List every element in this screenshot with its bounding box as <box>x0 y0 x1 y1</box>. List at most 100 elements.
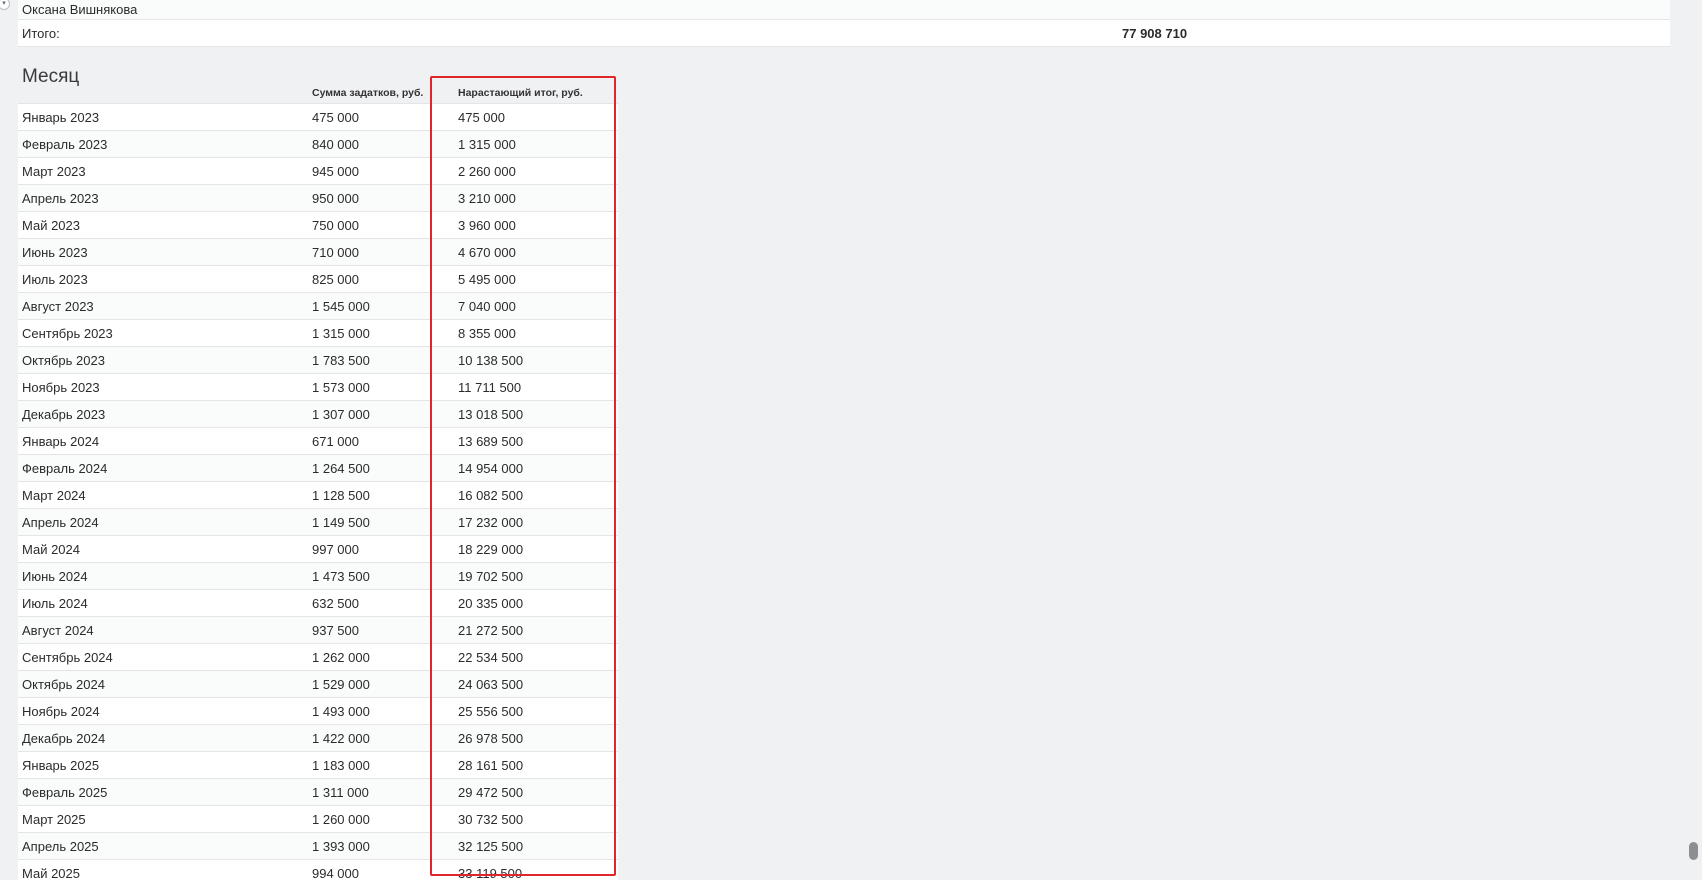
sum-cell: 710 000 <box>312 245 359 260</box>
month-cell: Апрель 2025 <box>22 839 99 854</box>
month-cell: Апрель 2023 <box>22 191 99 206</box>
table-row: Ноябрь 2024 1 493 000 25 556 500 <box>18 697 618 724</box>
month-cell: Июль 2024 <box>22 596 88 611</box>
running-total-cell: 1 315 000 <box>458 137 516 152</box>
table-row: Февраль 2023 840 000 1 315 000 <box>18 130 618 157</box>
running-total-cell: 20 335 000 <box>458 596 524 611</box>
table-row: Декабрь 2023 1 307 000 13 018 500 <box>18 400 618 427</box>
table-row: Июль 2023 825 000 5 495 000 <box>18 265 618 292</box>
running-total-cell: 3 960 000 <box>458 218 516 233</box>
month-cell: Ноябрь 2023 <box>22 380 100 395</box>
running-total-cell: 7 040 000 <box>458 299 516 314</box>
sum-cell: 840 000 <box>312 137 359 152</box>
month-cell: Январь 2025 <box>22 758 100 773</box>
sum-cell: 1 573 000 <box>312 380 370 395</box>
sum-cell: 1 545 000 <box>312 299 370 314</box>
total-value: 77 908 710 <box>1122 25 1188 41</box>
month-cell: Сентябрь 2023 <box>22 326 113 341</box>
table-row: Июнь 2024 1 473 500 19 702 500 <box>18 562 618 589</box>
sum-cell: 994 000 <box>312 866 359 880</box>
sum-cell: 750 000 <box>312 218 359 233</box>
sum-cell: 671 000 <box>312 434 359 449</box>
summary-row: Оксана Вишнякова <box>18 0 1670 20</box>
table-row: Апрель 2023 950 000 3 210 000 <box>18 184 618 211</box>
table-row: Май 2025 994 000 33 119 500 <box>18 859 618 880</box>
report-page: ▾ Оксана Вишнякова Итого: 77 908 710 Мес… <box>0 0 1702 880</box>
table-row: Июль 2024 632 500 20 335 000 <box>18 589 618 616</box>
summary-person-name: Оксана Вишнякова <box>22 2 138 17</box>
month-cell: Апрель 2024 <box>22 515 99 530</box>
sum-cell: 945 000 <box>312 164 359 179</box>
scrollbar-thumb[interactable] <box>1689 842 1698 860</box>
running-total-cell: 16 082 500 <box>458 488 524 503</box>
total-label: Итого: <box>22 25 60 41</box>
sum-cell: 1 311 000 <box>312 785 369 800</box>
running-total-cell: 30 732 500 <box>458 812 524 827</box>
month-cell: Февраль 2025 <box>22 785 108 800</box>
sum-cell: 825 000 <box>312 272 359 287</box>
table-row: Август 2024 937 500 21 272 500 <box>18 616 618 643</box>
sum-cell: 1 264 500 <box>312 461 370 476</box>
sum-cell: 1 422 000 <box>312 731 370 746</box>
month-cell: Февраль 2024 <box>22 461 108 476</box>
table-row: Октябрь 2023 1 783 500 10 138 500 <box>18 346 618 373</box>
running-total-cell: 17 232 000 <box>458 515 524 530</box>
table-row: Май 2023 750 000 3 960 000 <box>18 211 618 238</box>
month-cell: Март 2023 <box>22 164 86 179</box>
sum-cell: 1 149 500 <box>312 515 370 530</box>
running-total-cell: 29 472 500 <box>458 785 524 800</box>
month-cell: Октябрь 2023 <box>22 353 105 368</box>
running-total-cell: 26 978 500 <box>458 731 524 746</box>
month-table: Сумма задатков, руб. Нарастающий итог, р… <box>18 84 618 880</box>
month-cell: Февраль 2023 <box>22 137 108 152</box>
sum-cell: 997 000 <box>312 542 359 557</box>
month-cell: Март 2025 <box>22 812 86 827</box>
running-total-cell: 3 210 000 <box>458 191 516 206</box>
table-row: Март 2025 1 260 000 30 732 500 <box>18 805 618 832</box>
table-row: Март 2024 1 128 500 16 082 500 <box>18 481 618 508</box>
month-cell: Ноябрь 2024 <box>22 704 100 719</box>
running-total-cell: 13 018 500 <box>458 407 524 422</box>
table-row: Февраль 2024 1 264 500 14 954 000 <box>18 454 618 481</box>
month-cell: Октябрь 2024 <box>22 677 105 692</box>
month-cell: Июль 2023 <box>22 272 88 287</box>
running-total-cell: 24 063 500 <box>458 677 524 692</box>
sum-cell: 1 473 500 <box>312 569 370 584</box>
running-total-cell: 2 260 000 <box>458 164 516 179</box>
table-row: Октябрь 2024 1 529 000 24 063 500 <box>18 670 618 697</box>
month-cell: Май 2023 <box>22 218 80 233</box>
table-row: Июнь 2023 710 000 4 670 000 <box>18 238 618 265</box>
table-row: Ноябрь 2023 1 573 000 11 711 500 <box>18 373 618 400</box>
month-table-body: Январь 2023 475 000 475 000 Февраль 2023 840… <box>18 103 618 880</box>
collapse-icon[interactable]: ▾ <box>0 0 10 10</box>
month-cell: Март 2024 <box>22 488 86 503</box>
running-total-cell: 21 272 500 <box>458 623 524 638</box>
sum-cell: 1 183 000 <box>312 758 370 773</box>
running-total-cell: 11 711 500 <box>458 380 522 395</box>
running-total-cell: 10 138 500 <box>458 353 524 368</box>
table-row: Август 2023 1 545 000 7 040 000 <box>18 292 618 319</box>
running-total-cell: 475 000 <box>458 110 505 125</box>
sum-cell: 1 783 500 <box>312 353 370 368</box>
sum-cell: 1 529 000 <box>312 677 370 692</box>
table-row: Сентябрь 2023 1 315 000 8 355 000 <box>18 319 618 346</box>
sum-cell: 937 500 <box>312 623 359 638</box>
month-cell: Август 2024 <box>22 623 94 638</box>
running-total-cell: 13 689 500 <box>458 434 524 449</box>
table-row: Апрель 2025 1 393 000 32 125 500 <box>18 832 618 859</box>
table-row: Январь 2024 671 000 13 689 500 <box>18 427 618 454</box>
summary-total-row: Итого: 77 908 710 <box>18 20 1670 47</box>
month-cell: Июнь 2024 <box>22 569 88 584</box>
running-total-cell: 4 670 000 <box>458 245 516 260</box>
running-total-cell: 14 954 000 <box>458 461 524 476</box>
table-row: Январь 2023 475 000 475 000 <box>18 103 618 130</box>
column-header-running-total[interactable]: Нарастающий итог, руб. <box>458 87 583 99</box>
table-row: Май 2024 997 000 18 229 000 <box>18 535 618 562</box>
table-row: Декабрь 2024 1 422 000 26 978 500 <box>18 724 618 751</box>
column-header-sum[interactable]: Сумма задатков, руб. <box>312 87 423 99</box>
month-cell: Декабрь 2024 <box>22 731 106 746</box>
summary-table: Оксана Вишнякова Итого: 77 908 710 <box>18 0 1670 47</box>
running-total-cell: 33 119 500 <box>458 866 523 880</box>
month-cell: Июнь 2023 <box>22 245 88 260</box>
table-row: Апрель 2024 1 149 500 17 232 000 <box>18 508 618 535</box>
